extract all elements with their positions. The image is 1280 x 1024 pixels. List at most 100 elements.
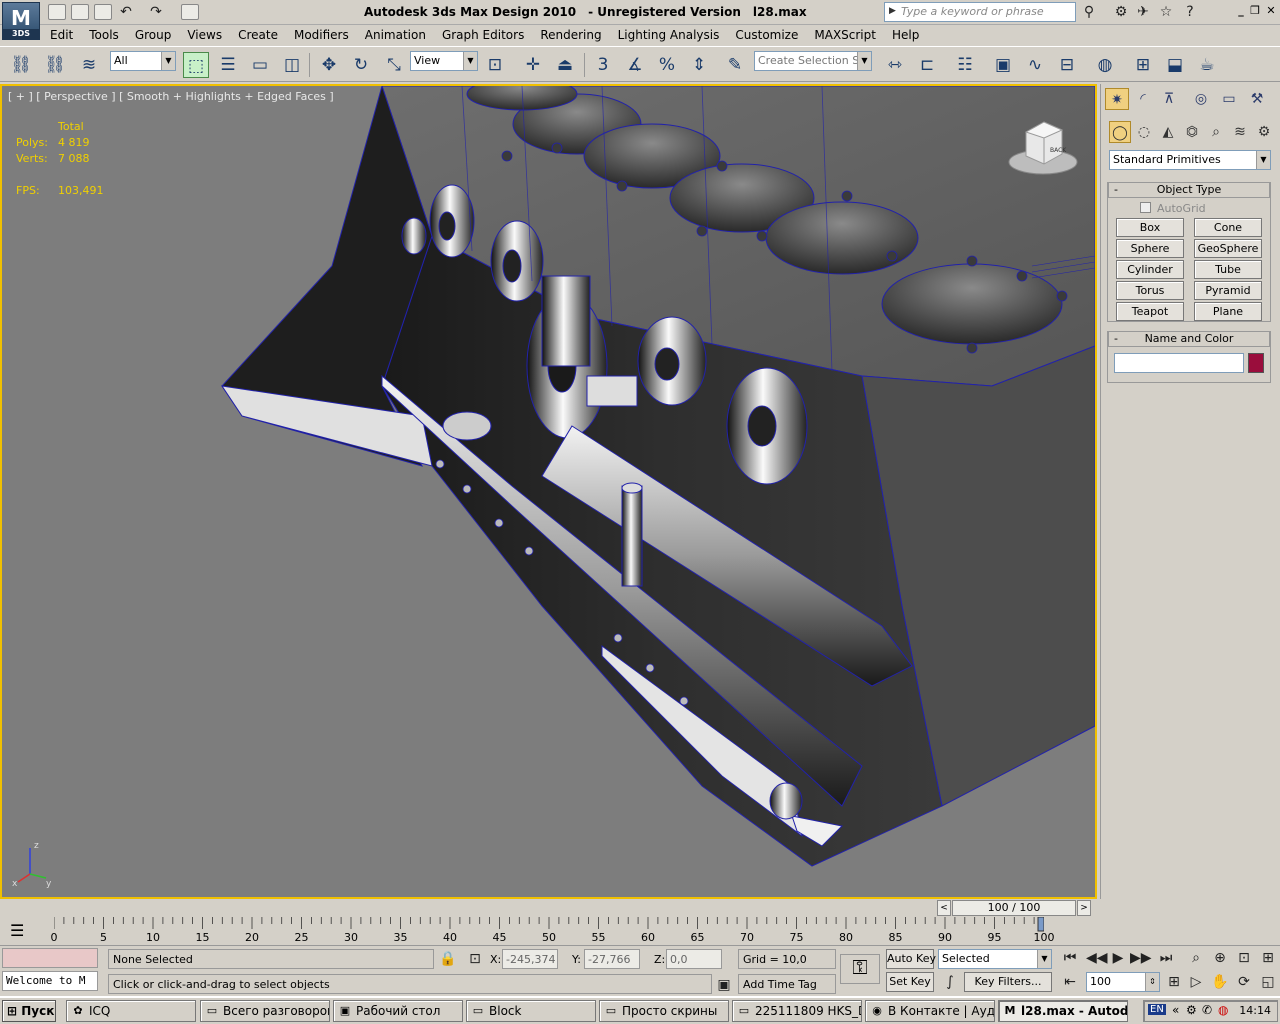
taskbar-item-block[interactable]: ▭ Block <box>466 1000 596 1022</box>
menu-graph-editors[interactable]: Graph Editors <box>434 26 532 44</box>
percent-snap-icon[interactable]: % <box>654 52 680 78</box>
hierarchy-tab-icon[interactable]: ⊼ <box>1157 88 1181 110</box>
geometry-category-icon[interactable]: ◯ <box>1109 121 1131 143</box>
help-icon[interactable]: ? <box>1181 3 1199 21</box>
redo-icon[interactable]: ↷ <box>147 3 165 21</box>
space-warps-category-icon[interactable]: ≋ <box>1229 121 1251 143</box>
binoculars-search-icon[interactable]: ⚲ <box>1080 3 1098 21</box>
next-frame-arrow-icon[interactable]: > <box>1077 900 1091 916</box>
menu-views[interactable]: Views <box>179 26 230 44</box>
favorites-star-icon[interactable]: ☆ <box>1157 3 1175 21</box>
geometry-type-dropdown[interactable]: Standard Primitives ▼ <box>1109 150 1271 170</box>
mini-curve-editor-icon[interactable]: ☰ <box>10 921 24 940</box>
taskbar-item-icq[interactable]: ✿ ICQ <box>66 1000 196 1022</box>
open-file-icon[interactable] <box>71 4 89 20</box>
unlink-selection-icon[interactable]: ⛓ <box>42 52 68 78</box>
previous-frame-arrow-icon[interactable]: < <box>937 900 951 916</box>
communication-center-icon[interactable]: ✈ <box>1134 3 1152 21</box>
tray-app-icon[interactable]: ⚙ <box>1186 1003 1197 1017</box>
object-type-rollout-header[interactable]: - Object Type <box>1108 182 1270 198</box>
shapes-category-icon[interactable]: ◌ <box>1133 121 1155 143</box>
app-logo-button[interactable]: M 3DS <box>2 2 40 40</box>
bind-to-space-warp-icon[interactable]: ≋ <box>76 52 102 78</box>
pyramid-button[interactable]: Pyramid <box>1194 281 1262 300</box>
time-slider-track[interactable] <box>0 899 1097 917</box>
tray-chevron-icon[interactable]: « <box>1172 1003 1179 1017</box>
next-frame-icon[interactable]: ▶▶ <box>1130 948 1152 968</box>
utilities-tab-icon[interactable]: ⚒ <box>1245 88 1269 110</box>
project-folder-icon[interactable] <box>181 4 199 20</box>
maxscript-mini-listener-output[interactable]: Welcome to M <box>2 971 98 991</box>
search-expand-icon[interactable]: ▶ <box>889 6 896 16</box>
spinner-snap-icon[interactable]: ⇕ <box>686 52 712 78</box>
language-indicator[interactable]: EN <box>1148 1004 1166 1015</box>
auto-key-button[interactable]: Auto Key <box>886 949 936 969</box>
window-crossing-icon[interactable]: ◫ <box>279 52 305 78</box>
display-tab-icon[interactable]: ▭ <box>1217 88 1241 110</box>
object-color-swatch[interactable] <box>1248 353 1264 373</box>
cone-button[interactable]: Cone <box>1194 218 1262 237</box>
edit-named-selection-icon[interactable]: ✎ <box>722 52 748 78</box>
orbit-icon[interactable]: ⟳ <box>1234 972 1254 992</box>
menu-maxscript[interactable]: MAXScript <box>806 26 884 44</box>
angle-snap-icon[interactable]: ∡ <box>622 52 648 78</box>
material-editor-icon[interactable]: ◍ <box>1092 52 1118 78</box>
select-and-manipulate-icon[interactable]: ✛ <box>520 52 546 78</box>
undo-icon[interactable]: ↶ <box>117 3 135 21</box>
field-of-view-icon[interactable]: ▷ <box>1186 972 1206 992</box>
select-and-move-icon[interactable]: ✥ <box>316 52 342 78</box>
y-coordinate-field[interactable]: -27,766 <box>584 949 640 969</box>
time-configuration-icon[interactable]: ⊞ <box>1164 972 1184 992</box>
zoom-icon[interactable]: ⌕ <box>1186 948 1206 968</box>
rectangular-selection-icon[interactable]: ▭ <box>247 52 273 78</box>
schematic-view-icon[interactable]: ⊟ <box>1054 52 1080 78</box>
taskbar-item-3dsmax[interactable]: Ml28.max - Autod... <box>998 1000 1128 1022</box>
lights-category-icon[interactable]: ◭ <box>1157 121 1179 143</box>
play-animation-icon[interactable]: ▶ <box>1108 948 1128 968</box>
pan-view-icon[interactable]: ✋ <box>1210 972 1230 992</box>
render-setup-icon[interactable]: ⊞ <box>1130 52 1156 78</box>
named-selection-sets-dropdown[interactable]: Create Selection Se ▼ <box>754 51 872 71</box>
taskbar-item-conversations[interactable]: ▭ Всего разговоров... <box>200 1000 330 1022</box>
current-frame-field[interactable]: 100 ⇕ <box>1086 972 1160 992</box>
track-bar[interactable]: ☰ 0 5 10 15 20 25 30 35 40 45 50 55 60 65 70 75 80 85 90 95… <box>0 917 1097 945</box>
name-and-color-rollout-header[interactable]: - Name and Color <box>1108 331 1270 347</box>
menu-group[interactable]: Group <box>127 26 180 44</box>
autogrid-checkbox[interactable]: AutoGrid <box>1140 202 1206 215</box>
menu-tools[interactable]: Tools <box>81 26 127 44</box>
box-button[interactable]: Box <box>1116 218 1184 237</box>
teapot-button[interactable]: Teapot <box>1116 302 1184 321</box>
tray-network-icon[interactable]: ✆ <box>1202 1003 1212 1017</box>
layer-manager-icon[interactable]: ☷ <box>952 52 978 78</box>
menu-customize[interactable]: Customize <box>727 26 806 44</box>
curve-editor-icon[interactable]: ∿ <box>1022 52 1048 78</box>
subscription-center-icon[interactable]: ⚙ <box>1112 3 1130 21</box>
time-tag-icon[interactable]: ▣ <box>714 975 734 995</box>
menu-help[interactable]: Help <box>884 26 927 44</box>
time-slider-thumb[interactable]: 100 / 100 <box>952 900 1076 916</box>
select-and-rotate-icon[interactable]: ↻ <box>348 52 374 78</box>
absolute-offset-mode-icon[interactable]: ⊡ <box>465 949 485 969</box>
viewcube-navigator[interactable]: BACK <box>1006 118 1080 178</box>
object-name-input[interactable] <box>1114 353 1244 373</box>
mirror-icon[interactable]: ⇿ <box>882 52 908 78</box>
selection-lock-icon[interactable]: 🔒 <box>438 949 458 969</box>
helpers-category-icon[interactable]: ⌕ <box>1205 121 1227 143</box>
tube-button[interactable]: Tube <box>1194 260 1262 279</box>
taskbar-item-hks[interactable]: ▭ 225111809 HKS_D... <box>732 1000 862 1022</box>
default-in-out-tangents-icon[interactable]: ∫ <box>940 972 960 992</box>
previous-frame-icon[interactable]: ◀◀ <box>1086 948 1108 968</box>
menu-lighting-analysis[interactable]: Lighting Analysis <box>610 26 728 44</box>
taskbar-item-vkontakte[interactable]: ◉ В Контакте | Ауд... <box>865 1000 995 1022</box>
maxscript-mini-listener-input[interactable] <box>2 948 98 968</box>
zoom-extents-icon[interactable]: ⊡ <box>1234 948 1254 968</box>
cameras-category-icon[interactable]: ⏣ <box>1181 121 1203 143</box>
render-production-icon[interactable]: ☕ <box>1194 52 1220 78</box>
minimize-button[interactable]: _ <box>1234 4 1248 18</box>
modify-tab-icon[interactable]: ◜ <box>1131 88 1155 110</box>
snaps-toggle-icon[interactable]: 3 <box>590 52 616 78</box>
viewcube-face-label[interactable]: BACK <box>1050 147 1067 154</box>
keyboard-shortcut-override-icon[interactable]: ⏏ <box>552 52 578 78</box>
set-key-button[interactable]: Set Key <box>886 972 934 992</box>
taskbar-item-screenshots[interactable]: ▭ Просто скрины <box>599 1000 729 1022</box>
